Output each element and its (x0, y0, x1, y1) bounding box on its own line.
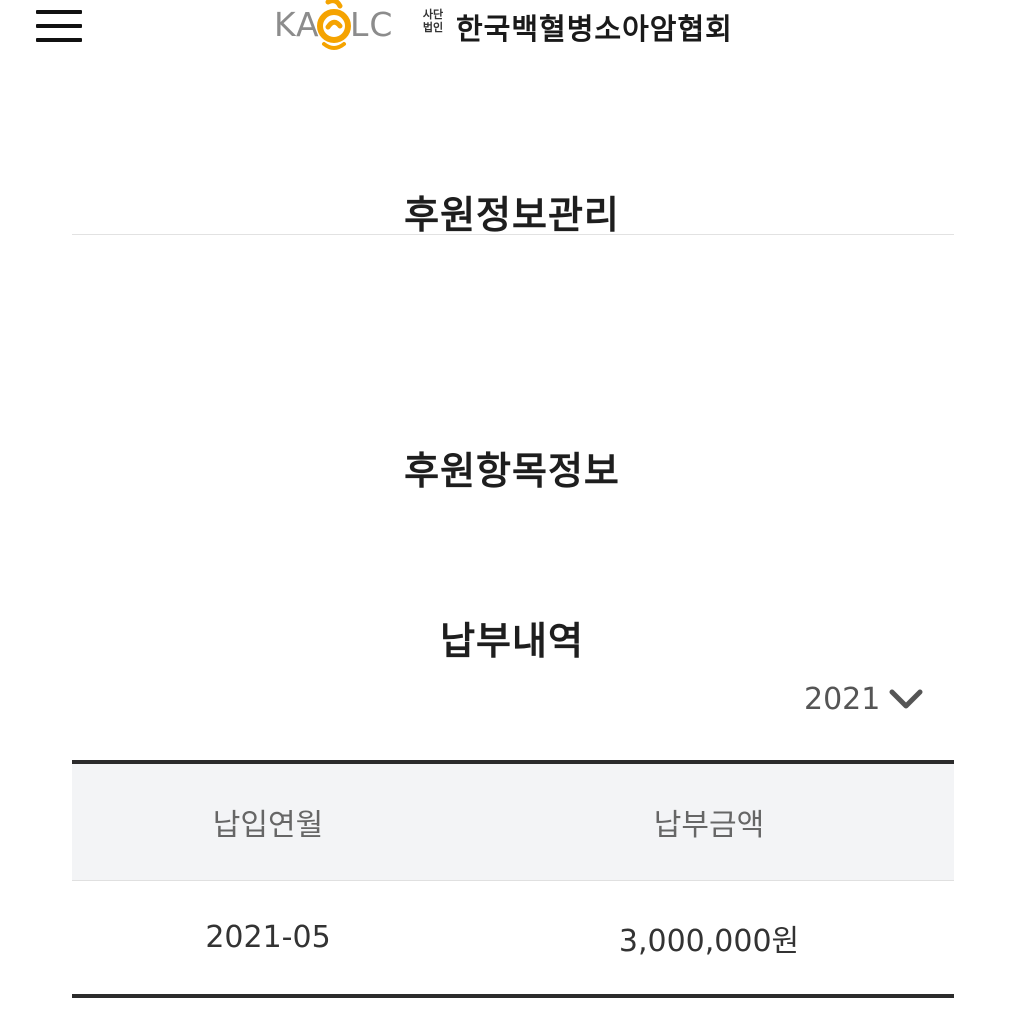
hamburger-menu-icon[interactable] (36, 8, 82, 42)
kalc-logo[interactable]: KA LC 사단 법인 한국백혈병소아암협회 (272, 0, 752, 50)
year-select[interactable]: 2021 (796, 680, 936, 722)
column-header-payment-amount: 납부금액 (653, 808, 765, 843)
column-header-payment-month: 납입연월 (212, 808, 324, 843)
table-bottom-border (72, 994, 954, 998)
year-select-value: 2021 (804, 682, 881, 717)
support-item-info-title[interactable]: 후원항목정보 (0, 440, 1024, 495)
payment-month-cell: 2021-05 (205, 920, 331, 955)
support-info-manage-title: 후원정보관리 (404, 193, 620, 237)
logo-small-top: 사단 (422, 8, 444, 21)
logo-corporation-label: 사단 법인 (418, 8, 448, 34)
title-divider (72, 234, 954, 235)
payment-history-table: 납입연월 납부금액 2021-05 3,000,000원 (72, 760, 954, 998)
payment-history-title: 납부내역 (440, 619, 584, 663)
table-row: 2021-05 3,000,000원 (72, 881, 954, 994)
logo-small-bottom: 법인 (422, 21, 444, 34)
menu-line (36, 10, 82, 14)
app-header: KA LC 사단 법인 한국백혈병소아암협회 (0, 0, 1024, 60)
payment-amount-cell: 3,000,000원 (618, 923, 800, 959)
logo-letters-right: LC (350, 5, 394, 44)
chevron-down-icon (889, 689, 923, 709)
logo-letters-left: KA (274, 5, 320, 44)
table-header-row: 납입연월 납부금액 (72, 764, 954, 881)
org-name: 한국백혈병소아암협회 (456, 12, 733, 46)
kalc-logo-mark: KA LC (272, 0, 402, 50)
menu-line (36, 24, 82, 28)
menu-line (36, 38, 82, 42)
logo-swirl-icon (317, 0, 351, 50)
